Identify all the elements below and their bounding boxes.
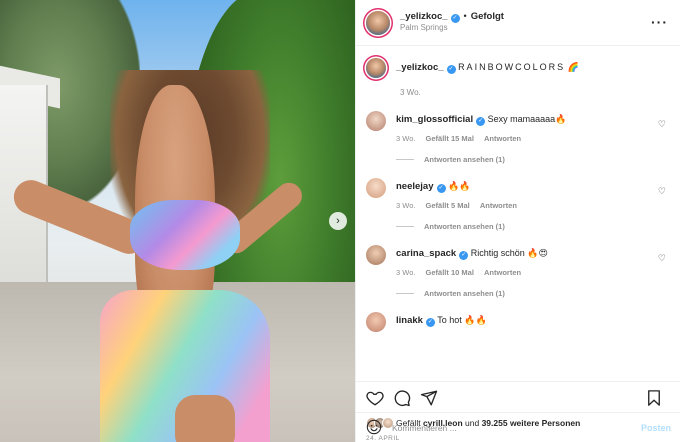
comment-text: Sexy mamaaaaa [487, 114, 556, 124]
commenter-username[interactable]: linakk [396, 315, 423, 326]
verified-badge-icon: ✓ [450, 14, 460, 24]
chevron-right-icon: › [336, 215, 340, 227]
verified-badge-icon: ✓ [459, 251, 469, 260]
post-modal: › _yelizkoc_ ✓ • Gefolgt Palm Springs ··· _… [0, 0, 680, 442]
replies-divider [396, 226, 414, 227]
action-bar [356, 381, 680, 413]
comment-text: To hot [437, 315, 462, 325]
view-replies-label: Antworten ansehen (1) [424, 289, 505, 298]
like-heart-icon[interactable] [366, 389, 384, 407]
comment-time[interactable]: 3 Wo. [396, 134, 415, 143]
comment-emoji: 🔥🔥 [464, 315, 487, 325]
caption-emoji: 🌈 [567, 62, 579, 72]
view-replies-button[interactable]: Antworten ansehen (1) [396, 222, 670, 231]
reply-button[interactable]: Antworten [480, 201, 517, 210]
bikini-top [130, 200, 240, 270]
comment-time[interactable]: 3 Wo. [396, 201, 415, 210]
commenter-username[interactable]: neelejay [396, 181, 434, 192]
commenter-avatar[interactable] [366, 312, 386, 332]
post-header: _yelizkoc_ ✓ • Gefolgt Palm Springs ··· [356, 0, 680, 46]
comment-input[interactable] [392, 422, 641, 433]
replies-divider [396, 159, 414, 160]
comment-time[interactable]: 3 Wo. [396, 268, 415, 277]
view-replies-label: Antworten ansehen (1) [424, 155, 505, 164]
commenter-avatar[interactable] [366, 245, 386, 265]
comment-emoji: 🔥🔥 [448, 181, 471, 191]
verified-badge-icon: ✓ [425, 318, 435, 327]
comment-item: neelejay ✓ 🔥🔥 3 Wo. Gefällt 5 Mal Antwort… [366, 178, 670, 210]
next-image-button[interactable]: › [329, 212, 347, 230]
caption-username[interactable]: _yelizkoc_ [396, 62, 444, 73]
reply-button[interactable]: Antworten [484, 268, 521, 277]
post-image[interactable]: › [0, 0, 355, 442]
person-legs [175, 395, 235, 442]
comments-list[interactable]: _yelizkoc_ ✓ RAINBOWCOLORS 🌈 3 Wo. kim_gl… [356, 46, 680, 381]
verified-badge-icon: ✓ [446, 65, 456, 74]
caption-text: RAINBOWCOLORS [458, 62, 566, 72]
replies-divider [396, 293, 414, 294]
post-comment-button[interactable]: Posten [641, 423, 671, 433]
verified-badge-icon: ✓ [436, 184, 446, 193]
comment-text: Richtig schön [470, 248, 525, 258]
bookmark-icon[interactable] [645, 389, 663, 407]
reply-button[interactable]: Antworten [484, 134, 521, 143]
comment-emoji: 🔥😍 [527, 248, 548, 258]
comment-like-heart-icon[interactable]: ♡ [658, 253, 666, 264]
author-username[interactable]: _yelizkoc_ [400, 11, 448, 22]
post-caption: _yelizkoc_ ✓ RAINBOWCOLORS 🌈 [366, 58, 670, 78]
comment-like-heart-icon[interactable]: ♡ [658, 119, 666, 130]
comment-item: linakk ✓ To hot 🔥🔥 [366, 312, 670, 332]
follow-status-button[interactable]: Gefolgt [471, 11, 504, 22]
comment-like-heart-icon[interactable]: ♡ [658, 186, 666, 197]
post-sidebar: _yelizkoc_ ✓ • Gefolgt Palm Springs ··· _ye… [355, 0, 680, 442]
commenter-username[interactable]: carina_spack [396, 248, 456, 259]
author-avatar[interactable] [366, 10, 390, 35]
comment-emoji: 🔥 [555, 114, 567, 124]
comment-item: carina_spack ✓ Richtig schön 🔥😍 3 Wo. Gef… [366, 245, 670, 277]
comment-item: kim_glossofficial ✓ Sexy mamaaaaa🔥 3 Wo. … [366, 111, 670, 143]
comment-composer: Posten [356, 412, 680, 442]
share-send-icon[interactable] [420, 389, 438, 407]
more-options-icon[interactable]: ··· [651, 14, 668, 30]
commenter-avatar[interactable] [366, 111, 386, 131]
view-replies-label: Antworten ansehen (1) [424, 222, 505, 231]
comment-likes[interactable]: Gefällt 10 Mal [426, 268, 474, 277]
view-replies-button[interactable]: Antworten ansehen (1) [396, 155, 670, 164]
comment-bubble-icon[interactable] [393, 389, 411, 407]
comment-likes[interactable]: Gefällt 5 Mal [426, 201, 470, 210]
commenter-username[interactable]: kim_glossofficial [396, 114, 473, 125]
separator-dot: • [463, 11, 467, 22]
location-link[interactable]: Palm Springs [400, 23, 504, 33]
emoji-smiley-icon[interactable] [366, 419, 382, 437]
comment-likes[interactable]: Gefällt 15 Mal [426, 134, 474, 143]
commenter-avatar[interactable] [366, 178, 386, 198]
caption-timestamp: 3 Wo. [400, 88, 421, 97]
view-replies-button[interactable]: Antworten ansehen (1) [396, 289, 670, 298]
caption-avatar[interactable] [366, 58, 386, 78]
verified-badge-icon: ✓ [476, 117, 486, 126]
